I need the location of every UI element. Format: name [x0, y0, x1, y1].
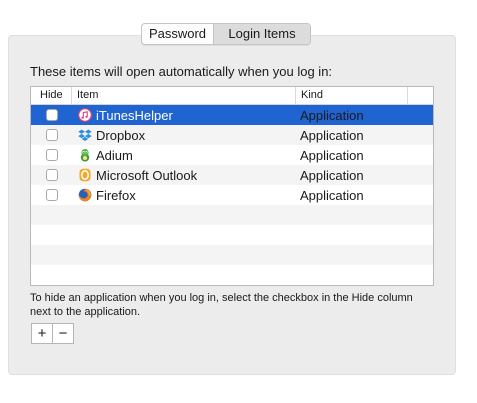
- table-row[interactable]: Microsoft Outlook Application: [31, 165, 433, 185]
- table-row[interactable]: Firefox Application: [31, 185, 433, 205]
- item-name: Dropbox: [96, 127, 146, 143]
- add-remove-buttons: + −: [31, 323, 74, 344]
- hide-cell: [31, 169, 72, 181]
- empty-row: [31, 265, 433, 285]
- outlook-icon: [79, 168, 91, 182]
- remove-item-button[interactable]: −: [52, 324, 73, 343]
- kind-cell: Application: [300, 187, 364, 203]
- hide-cell: [31, 149, 72, 161]
- table-row[interactable]: Adium Application: [31, 145, 433, 165]
- hide-cell: [31, 129, 72, 141]
- section-heading: These items will open automatically when…: [30, 64, 333, 79]
- item-name: Firefox: [96, 187, 136, 203]
- table-row[interactable]: Dropbox Application: [31, 125, 433, 145]
- column-header-kind[interactable]: Kind: [296, 87, 408, 104]
- hide-checkbox[interactable]: [45, 169, 58, 181]
- login-items-table[interactable]: Hide Item Kind iTunesHelper Application: [30, 86, 434, 286]
- kind-cell: Application: [300, 127, 364, 143]
- hide-cell: [31, 109, 72, 121]
- column-header-item[interactable]: Item: [72, 87, 296, 104]
- kind-cell: Application: [300, 167, 364, 183]
- hide-checkbox[interactable]: [45, 189, 58, 201]
- tab-control: Password Login Items: [141, 23, 311, 45]
- item-name: iTunesHelper: [96, 107, 173, 123]
- adium-icon: [80, 149, 90, 162]
- item-cell: Adium: [72, 148, 296, 163]
- empty-row: [31, 225, 433, 245]
- item-name: Adium: [96, 147, 133, 163]
- hide-cell: [31, 189, 72, 201]
- table-header: Hide Item Kind: [31, 87, 433, 105]
- help-text: To hide an application when you log in, …: [30, 292, 413, 318]
- table-row[interactable]: iTunesHelper Application: [31, 105, 433, 125]
- hide-checkbox[interactable]: [45, 149, 58, 161]
- tab-login-items[interactable]: Login Items: [213, 24, 310, 44]
- add-item-button[interactable]: +: [32, 324, 52, 343]
- tab-password[interactable]: Password: [142, 24, 213, 44]
- hide-checkbox[interactable]: [45, 129, 58, 141]
- empty-row: [31, 245, 433, 265]
- login-items-pane: Password Login Items These items will op…: [0, 0, 477, 403]
- item-cell: iTunesHelper: [72, 108, 296, 123]
- column-header-spacer: [408, 87, 433, 104]
- item-cell: Dropbox: [72, 128, 296, 143]
- empty-row: [31, 205, 433, 225]
- firefox-icon: [78, 188, 92, 202]
- hide-checkbox[interactable]: [45, 109, 58, 121]
- kind-cell: Application: [300, 147, 364, 163]
- dropbox-icon: [78, 129, 92, 141]
- item-cell: Firefox: [72, 188, 296, 203]
- itunes-icon: [78, 108, 92, 122]
- column-header-hide[interactable]: Hide: [31, 87, 72, 104]
- item-name: Microsoft Outlook: [96, 167, 198, 183]
- kind-cell: Application: [300, 107, 364, 123]
- item-cell: Microsoft Outlook: [72, 168, 296, 183]
